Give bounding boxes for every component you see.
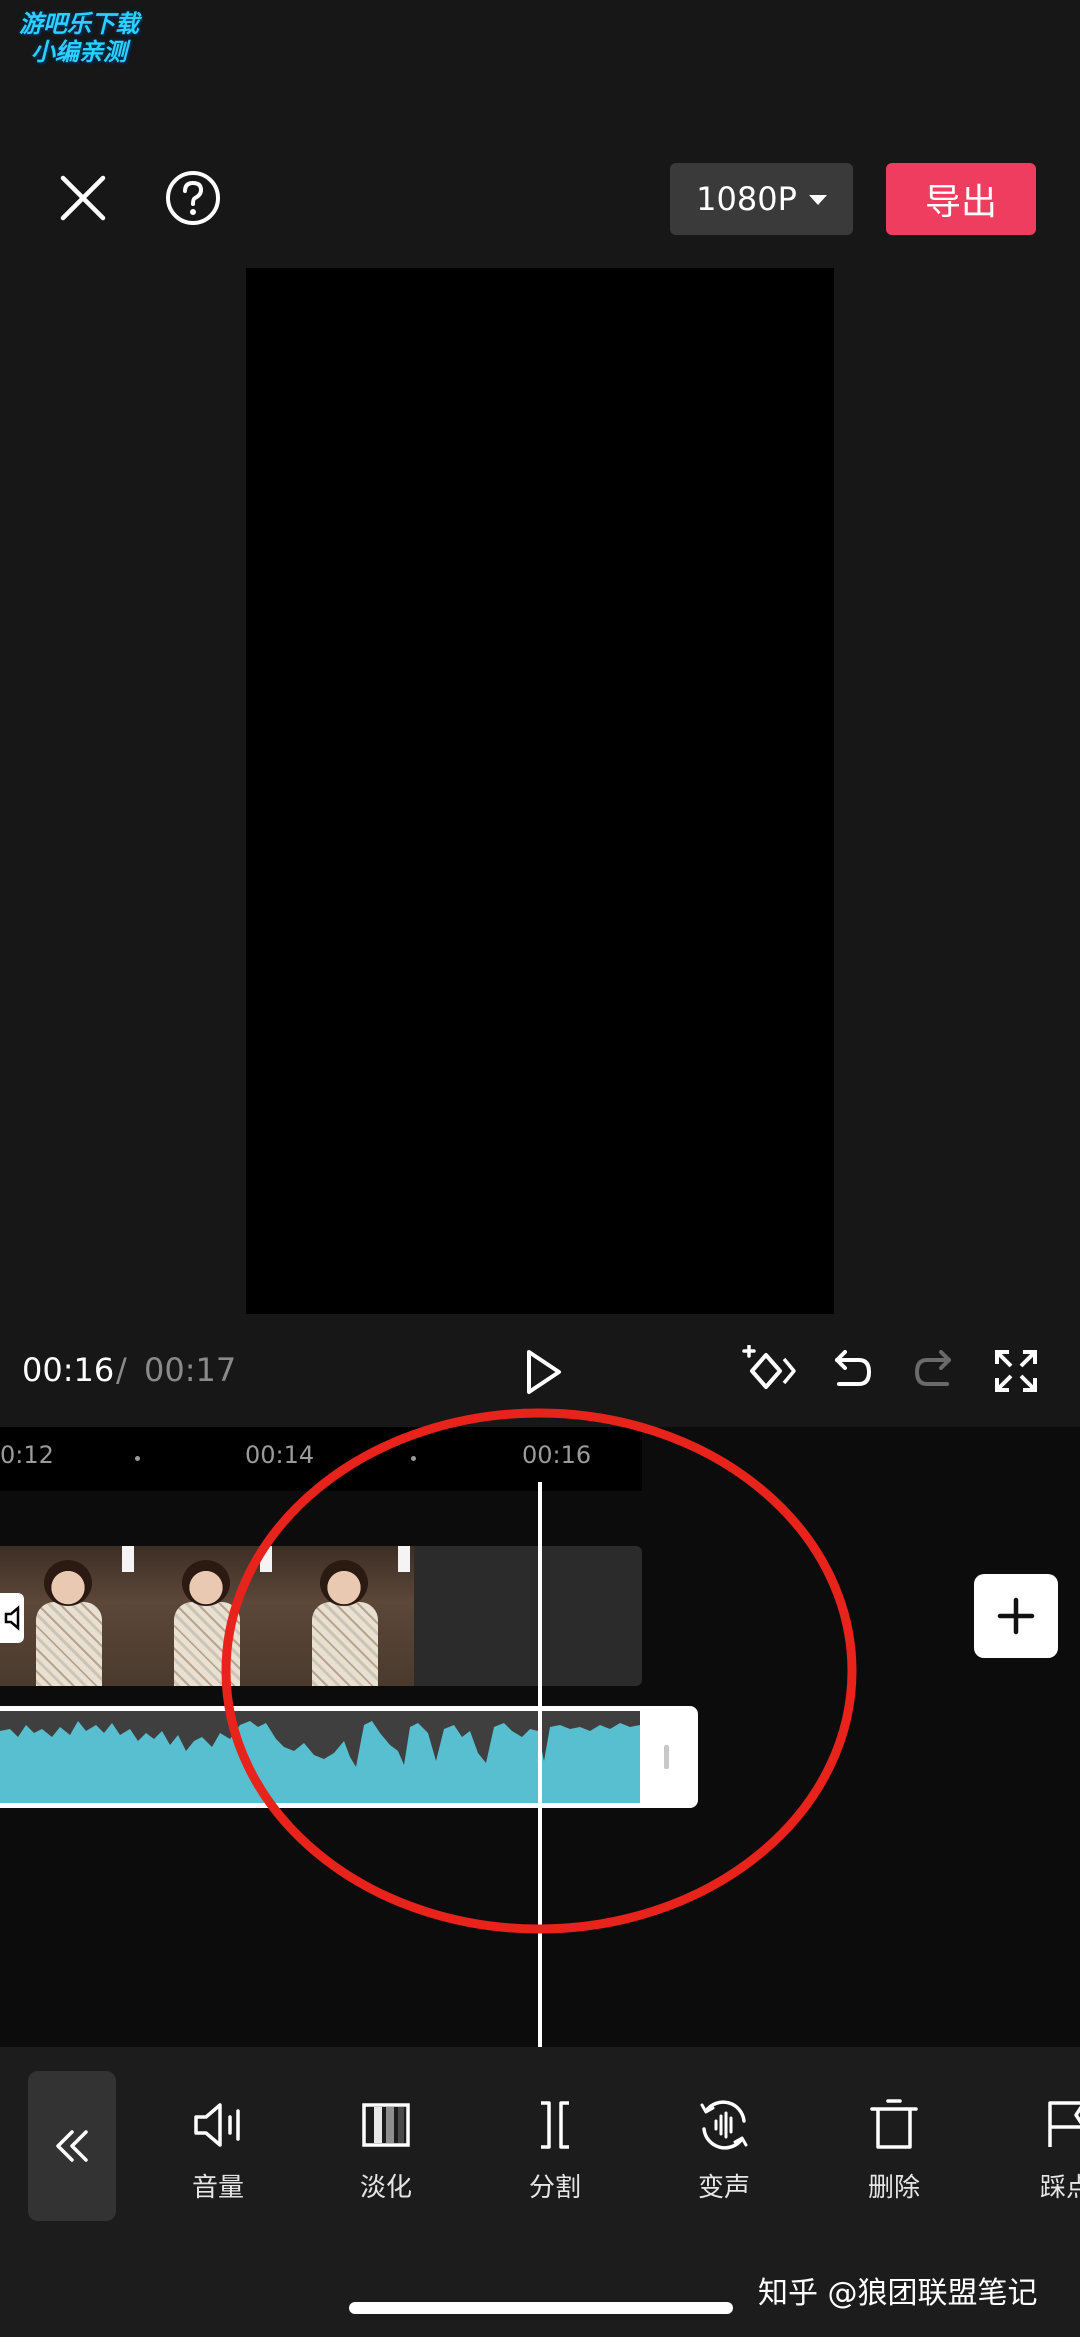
watermark-logo: 游吧乐下载 小编亲测 [14, 10, 144, 66]
beat-icon [1048, 2101, 1080, 2147]
ruler-dot [411, 1456, 416, 1461]
tool-label: 踩点 [1039, 2173, 1080, 2203]
undo-button[interactable] [826, 1345, 878, 1397]
watermark-line2: 小编亲测 [31, 38, 127, 66]
fullscreen-button[interactable] [990, 1345, 1042, 1397]
voice-change-icon [700, 2100, 748, 2150]
home-indicator[interactable] [349, 2302, 733, 2314]
add-clip-button[interactable] [974, 1574, 1058, 1658]
fade-icon [362, 2103, 410, 2147]
fullscreen-icon [995, 1350, 1037, 1392]
ruler-dot [135, 1456, 140, 1461]
clip-thumbnail [138, 1546, 276, 1686]
plus-icon [997, 1597, 1035, 1635]
undo-icon [835, 1350, 872, 1386]
collapse-button[interactable] [28, 2071, 116, 2221]
watermark-zhihu: 知乎 @狼团联盟笔记 [758, 2276, 1038, 2311]
chevron-down-icon [808, 195, 827, 205]
help-icon [166, 171, 220, 225]
current-time: 00:16 [22, 1351, 115, 1389]
mute-toggle[interactable] [0, 1593, 24, 1643]
playhead[interactable] [538, 1482, 542, 2047]
play-icon [527, 1350, 561, 1394]
ruler-label: 0:12 [0, 1441, 54, 1469]
total-time: 00:17 [144, 1351, 237, 1389]
tool-split[interactable]: 分割 [495, 2095, 615, 2205]
volume-icon [194, 2103, 240, 2147]
play-button[interactable] [515, 1344, 571, 1400]
time-separator: / [116, 1351, 127, 1389]
ruler-label: 00:16 [522, 1441, 592, 1469]
tool-beat[interactable]: 踩点 [1006, 2095, 1080, 2205]
resolution-label: 1080P [696, 180, 797, 218]
redo-icon [914, 1350, 951, 1386]
export-button[interactable]: 导出 [886, 163, 1036, 235]
split-icon [541, 2101, 569, 2149]
double-chevron-left-icon [56, 2130, 88, 2162]
tool-volume[interactable]: 音量 [158, 2095, 278, 2205]
help-button[interactable] [160, 165, 226, 231]
tool-label: 分割 [528, 2173, 581, 2203]
delete-icon [870, 2099, 918, 2149]
watermark-line1: 游吧乐下载 [19, 10, 139, 38]
tool-fade[interactable]: 淡化 [326, 2095, 446, 2205]
tool-label: 淡化 [359, 2173, 412, 2203]
audio-waveform [0, 1711, 640, 1803]
audio-trim-handle[interactable] [664, 1745, 669, 1769]
video-preview[interactable] [246, 268, 834, 1314]
keyframe-button[interactable] [738, 1343, 800, 1399]
tool-label: 变声 [697, 2173, 750, 2203]
close-icon [60, 175, 106, 221]
resolution-dropdown[interactable]: 1080P [670, 163, 853, 235]
keyframe-icon [742, 1345, 796, 1389]
tool-delete[interactable]: 删除 [834, 2095, 954, 2205]
tool-label: 删除 [867, 2173, 920, 2203]
speaker-icon [4, 1605, 20, 1631]
tool-label: 音量 [191, 2173, 244, 2203]
clip-thumbnail [276, 1546, 414, 1686]
ruler-label: 00:14 [245, 1441, 315, 1469]
tool-voice-change[interactable]: 变声 [664, 2095, 784, 2205]
redo-button[interactable] [908, 1345, 960, 1397]
close-button[interactable] [50, 165, 116, 231]
